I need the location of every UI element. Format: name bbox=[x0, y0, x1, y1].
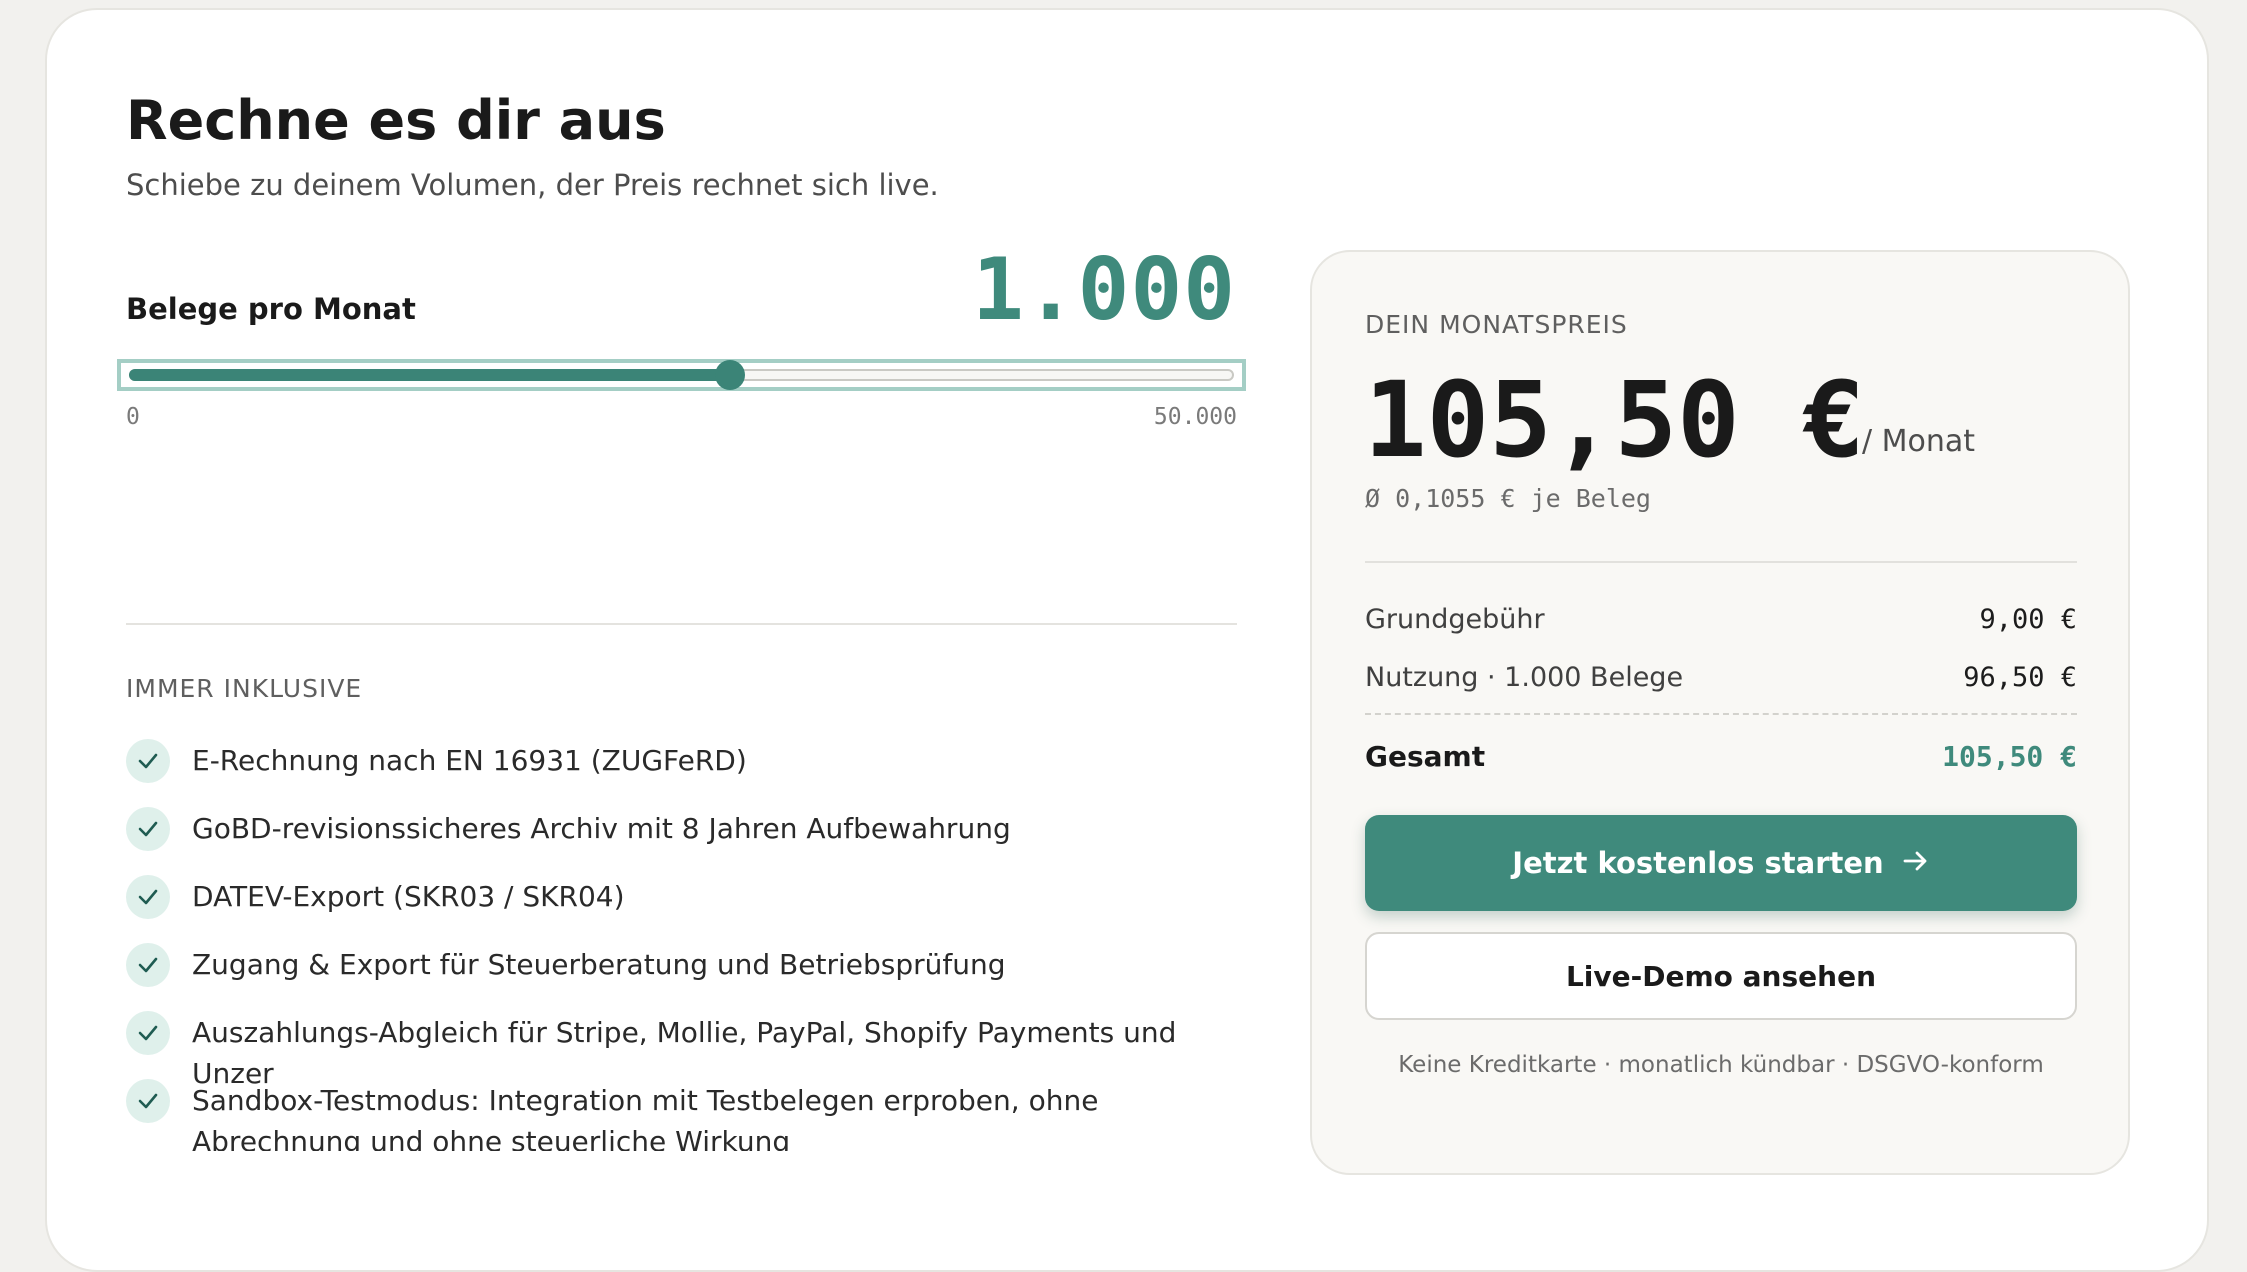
total-value: 105,50 € bbox=[1942, 740, 2077, 773]
start-free-button[interactable]: Jetzt kostenlos starten bbox=[1365, 815, 2077, 911]
price-row-base-fee: Grundgebühr 9,00 € bbox=[1365, 604, 2077, 644]
feature-text: DATEV-Export (SKR03 / SKR04) bbox=[192, 880, 625, 913]
check-icon bbox=[126, 1079, 170, 1123]
slider-value-display: 1.000 bbox=[972, 240, 1236, 340]
arrow-right-icon bbox=[1902, 846, 1930, 880]
total-label: Gesamt bbox=[1365, 740, 1486, 773]
section-divider bbox=[126, 623, 1237, 625]
check-icon bbox=[126, 943, 170, 987]
price-label: DEIN MONATSPREIS bbox=[1365, 310, 1628, 339]
feature-item: Zugang & Export für Steuerberatung und B… bbox=[126, 939, 1246, 1007]
start-free-button-label: Jetzt kostenlos starten bbox=[1512, 846, 1884, 880]
price-amount: 105,50 € bbox=[1364, 359, 1865, 481]
feature-item: E-Rechnung nach EN 16931 (ZUGFeRD) bbox=[126, 735, 1246, 803]
check-icon bbox=[126, 1011, 170, 1055]
volume-slider[interactable] bbox=[117, 359, 1246, 391]
price-row-label: Nutzung · 1.000 Belege bbox=[1365, 662, 1684, 693]
feature-text: E-Rechnung nach EN 16931 (ZUGFeRD) bbox=[192, 744, 747, 777]
slider-min-label: 0 bbox=[126, 404, 140, 430]
slider-thumb[interactable] bbox=[715, 360, 745, 390]
included-title: IMMER INKLUSIVE bbox=[126, 674, 363, 703]
check-icon bbox=[126, 875, 170, 919]
check-icon bbox=[126, 807, 170, 851]
page-title: Rechne es dir aus bbox=[126, 89, 666, 152]
price-row-label: Grundgebühr bbox=[1365, 604, 1545, 635]
feature-text: GoBD-revisionssicheres Archiv mit 8 Jahr… bbox=[192, 812, 1011, 845]
slider-fill bbox=[129, 369, 729, 381]
price-row-value: 96,50 € bbox=[1963, 662, 2077, 693]
feature-item: DATEV-Export (SKR03 / SKR04) bbox=[126, 871, 1246, 939]
slider-max-label: 50.000 bbox=[1153, 404, 1237, 430]
price-per-receipt: Ø 0,1055 € je Beleg bbox=[1365, 484, 1651, 513]
price-period: / Monat bbox=[1862, 424, 1976, 459]
feature-list: E-Rechnung nach EN 16931 (ZUGFeRD) GoBD-… bbox=[126, 735, 1246, 1151]
feature-item: Auszahlungs-Abgleich für Stripe, Mollie,… bbox=[126, 1007, 1246, 1090]
trust-note: Keine Kreditkarte · monatlich kündbar · … bbox=[1398, 1052, 2044, 1078]
price-row-total: Gesamt 105,50 € bbox=[1365, 740, 2077, 780]
price-row-usage: Nutzung · 1.000 Belege 96,50 € bbox=[1365, 662, 2077, 702]
price-row-value: 9,00 € bbox=[1979, 604, 2077, 635]
live-demo-button-label: Live-Demo ansehen bbox=[1565, 959, 1877, 993]
price-dashed-divider bbox=[1365, 713, 2077, 715]
live-demo-button[interactable]: Live-Demo ansehen bbox=[1365, 932, 2077, 1020]
feature-text: Sandbox-Testmodus: Integration mit Testb… bbox=[192, 1084, 1099, 1151]
check-icon bbox=[126, 739, 170, 783]
price-summary-card: DEIN MONATSPREIS 105,50 € / Monat Ø 0,10… bbox=[1310, 250, 2130, 1175]
price-divider bbox=[1365, 561, 2077, 563]
feature-item: GoBD-revisionssicheres Archiv mit 8 Jahr… bbox=[126, 803, 1246, 871]
page-subtitle: Schiebe zu deinem Volumen, der Preis rec… bbox=[126, 168, 939, 202]
feature-text: Zugang & Export für Steuerberatung und B… bbox=[192, 948, 1006, 981]
slider-label: Belege pro Monat bbox=[126, 292, 416, 326]
feature-item: Sandbox-Testmodus: Integration mit Testb… bbox=[126, 1075, 1246, 1151]
